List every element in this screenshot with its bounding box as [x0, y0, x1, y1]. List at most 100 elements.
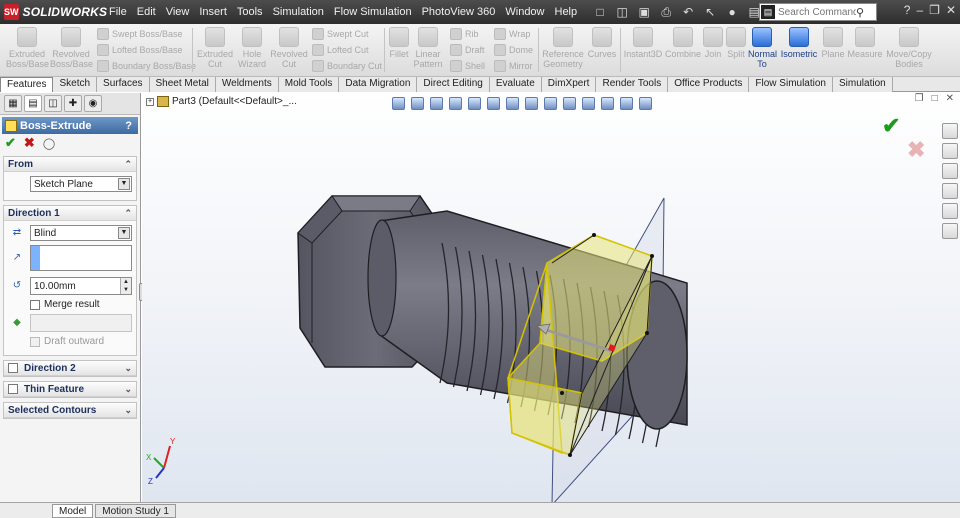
direction1-header[interactable]: Direction 1 ⌃ — [4, 206, 136, 221]
depth-field[interactable]: 10.00mm ▲ ▼ — [30, 277, 132, 295]
tab-flow-simulation[interactable]: Flow Simulation — [749, 77, 833, 92]
menu-simulation[interactable]: Simulation — [268, 6, 329, 18]
view-palette-icon[interactable] — [942, 183, 958, 199]
revolved-cut-button[interactable]: Revolved Cut — [270, 27, 308, 69]
configuration-manager-tab-icon[interactable]: ◫ — [44, 95, 62, 112]
file-explorer-icon[interactable] — [942, 163, 958, 179]
open-icon[interactable]: ◫ — [612, 3, 632, 21]
design-library-icon[interactable] — [942, 143, 958, 159]
isometric-button[interactable]: Isometric — [778, 27, 820, 59]
undo-icon[interactable]: ↶ — [678, 3, 698, 21]
plane-button[interactable]: Plane — [820, 27, 846, 59]
extruded-boss-button[interactable]: Extruded Boss/Base — [6, 27, 49, 69]
menu-photoview[interactable]: PhotoView 360 — [417, 6, 501, 18]
help-button[interactable]: ? — [125, 120, 132, 132]
menu-insert[interactable]: Insert — [194, 6, 232, 18]
draft-on-off-icon[interactable]: ◆ — [8, 315, 26, 331]
tab-office-products[interactable]: Office Products — [668, 77, 750, 92]
direction-selection-box[interactable] — [30, 245, 132, 271]
instant3d-button[interactable]: Instant3D — [622, 27, 664, 59]
restore-icon[interactable]: ❐ — [929, 3, 940, 17]
custom-properties-icon[interactable] — [942, 223, 958, 239]
menu-tools[interactable]: Tools — [232, 6, 268, 18]
tab-sketch[interactable]: Sketch — [53, 77, 98, 92]
tab-features[interactable]: Features — [0, 77, 54, 92]
menu-window[interactable]: Window — [500, 6, 549, 18]
tab-sheet-metal[interactable]: Sheet Metal — [149, 77, 216, 92]
wrap-button[interactable]: Wrap — [494, 28, 530, 40]
lofted-cut-button[interactable]: Lofted Cut — [312, 44, 369, 56]
detailed-preview-icon[interactable]: ◯ — [43, 137, 55, 150]
normal-to-button[interactable]: Normal To — [748, 27, 777, 69]
graphics-area[interactable]: + Part3 (Default<<Default>_... ❐ □ ✕ Y X… — [142, 93, 960, 502]
tab-surfaces[interactable]: Surfaces — [97, 77, 150, 92]
appearances-icon[interactable] — [942, 203, 958, 219]
display-manager-tab-icon[interactable]: ◉ — [84, 95, 102, 112]
collapse-chevron-icon[interactable]: ⌃ — [124, 159, 132, 170]
shell-button[interactable]: Shell — [450, 60, 485, 72]
combine-button[interactable]: Combine — [665, 27, 701, 59]
close-icon[interactable]: ✕ — [946, 3, 956, 17]
join-button[interactable]: Join — [702, 27, 724, 59]
extruded-cut-button[interactable]: Extruded Cut — [196, 27, 234, 69]
tab-mold-tools[interactable]: Mold Tools — [278, 77, 340, 92]
revolved-boss-button[interactable]: Revolved Boss/Base — [50, 27, 93, 69]
mirror-button[interactable]: Mirror — [494, 60, 533, 72]
menu-help[interactable]: Help — [550, 6, 583, 18]
tab-weldments[interactable]: Weldments — [215, 77, 279, 92]
tab-evaluate[interactable]: Evaluate — [489, 77, 542, 92]
lofted-boss-button[interactable]: Lofted Boss/Base — [97, 44, 183, 56]
save-icon[interactable]: ▣ — [634, 3, 654, 21]
select-icon[interactable]: ↖ — [700, 3, 720, 21]
measure-button[interactable]: Measure — [846, 27, 884, 59]
feature-manager-tab-icon[interactable]: ▦ — [4, 95, 22, 112]
rebuild-icon[interactable]: ● — [722, 3, 742, 21]
merge-result-checkbox[interactable]: Merge result — [30, 299, 132, 310]
move-copy-bodies-button[interactable]: Move/Copy Bodies — [886, 27, 932, 69]
from-select[interactable]: Sketch Plane ▼ — [30, 176, 132, 192]
expand-chevron-icon[interactable]: ⌄ — [124, 384, 132, 395]
thin-feature-checkbox[interactable] — [8, 384, 18, 394]
spin-arrows-icon[interactable]: ▲ ▼ — [120, 278, 131, 294]
split-button[interactable]: Split — [724, 27, 748, 59]
swept-boss-button[interactable]: Swept Boss/Base — [97, 28, 183, 40]
menu-view[interactable]: View — [161, 6, 195, 18]
menu-file[interactable]: File — [104, 6, 132, 18]
selected-contours-header[interactable]: Selected Contours ⌄ — [4, 403, 136, 418]
from-header[interactable]: From ⌃ — [4, 157, 136, 172]
menu-edit[interactable]: Edit — [132, 6, 161, 18]
dropdown-arrow-icon[interactable]: ▼ — [118, 178, 130, 190]
hole-wizard-button[interactable]: Hole Wizard — [235, 27, 269, 69]
confirmation-cancel-icon[interactable]: ✖ — [907, 137, 925, 163]
app-logo[interactable]: SW SOLIDWORKS — [0, 4, 107, 20]
tab-data-migration[interactable]: Data Migration — [339, 77, 418, 92]
search-input[interactable] — [778, 6, 856, 18]
end-condition-select[interactable]: Blind ▼ — [30, 225, 132, 241]
tab-dimxpert[interactable]: DimXpert — [541, 77, 597, 92]
minimize-icon[interactable]: – — [916, 3, 923, 17]
direction2-checkbox[interactable] — [8, 363, 18, 373]
tab-simulation[interactable]: Simulation — [833, 77, 893, 92]
draft-button[interactable]: Draft — [450, 44, 485, 56]
tab-motion-study[interactable]: Motion Study 1 — [95, 503, 176, 518]
solidworks-resources-icon[interactable] — [942, 123, 958, 139]
help-icon[interactable]: ? — [904, 3, 911, 17]
dimxpert-manager-tab-icon[interactable]: ✚ — [64, 95, 82, 112]
confirmation-ok-icon[interactable]: ✔ — [882, 113, 900, 139]
property-manager-tab-icon[interactable]: ▤ — [24, 95, 42, 112]
direction2-header[interactable]: Direction 2 ⌄ — [4, 361, 136, 376]
expand-chevron-icon[interactable]: ⌄ — [124, 363, 132, 374]
boundary-cut-button[interactable]: Boundary Cut — [312, 60, 382, 72]
tab-render-tools[interactable]: Render Tools — [596, 77, 669, 92]
curves-button[interactable]: Curves — [586, 27, 618, 59]
cancel-x-icon[interactable]: ✖ — [24, 135, 35, 151]
merge-result-box[interactable] — [30, 299, 40, 310]
menu-flow-simulation[interactable]: Flow Simulation — [329, 6, 417, 18]
tab-model[interactable]: Model — [52, 503, 94, 518]
linear-pattern-button[interactable]: Linear Pattern — [412, 27, 444, 69]
boundary-boss-button[interactable]: Boundary Boss/Base — [97, 60, 196, 72]
ok-check-icon[interactable]: ✔ — [5, 135, 16, 151]
fillet-button[interactable]: Fillet — [386, 27, 412, 59]
swept-cut-button[interactable]: Swept Cut — [312, 28, 369, 40]
dropdown-arrow-icon[interactable]: ▼ — [118, 227, 130, 239]
